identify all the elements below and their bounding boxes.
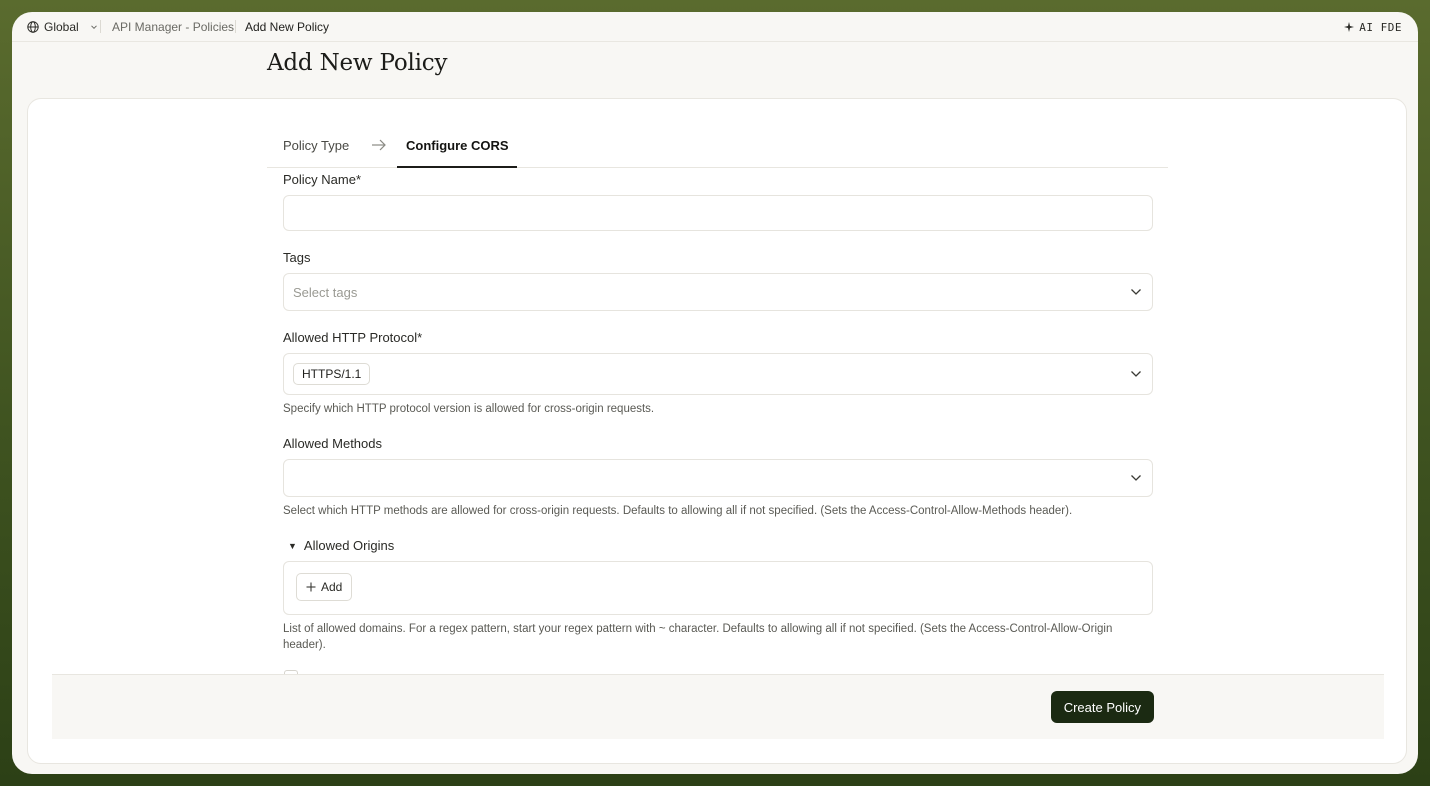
- policy-form-card: Policy Type Configure CORS Policy Name* …: [27, 98, 1407, 764]
- allowed-origins-toggle[interactable]: ▼ Allowed Origins: [288, 538, 394, 553]
- app-window: Global API Manager - Policies Add New Po…: [12, 12, 1418, 774]
- add-origin-label: Add: [321, 580, 343, 594]
- scope-label: Global: [44, 20, 79, 34]
- top-bar: Global API Manager - Policies Add New Po…: [12, 12, 1418, 42]
- ai-assistant-button[interactable]: AI FDE: [1344, 12, 1402, 42]
- methods-help: Select which HTTP methods are allowed fo…: [283, 505, 1073, 517]
- form-footer: Create Policy: [52, 674, 1384, 739]
- sparkle-icon: [1344, 22, 1355, 32]
- caret-down-icon: ▼: [288, 540, 297, 551]
- breadcrumb-current: Add New Policy: [245, 20, 330, 34]
- stepper: Policy Type Configure CORS: [267, 125, 1168, 168]
- step-configure-cors[interactable]: Configure CORS: [406, 138, 509, 153]
- chevron-down-icon: [1131, 371, 1141, 377]
- breadcrumb-policies-link[interactable]: API Manager - Policies: [112, 12, 234, 42]
- policy-name-label: Policy Name*: [283, 172, 362, 187]
- ai-assistant-label: AI FDE: [1359, 20, 1402, 34]
- add-origin-button[interactable]: Add: [296, 573, 353, 601]
- page-title: Add New Policy: [267, 50, 448, 76]
- protocol-help: Specify which HTTP protocol version is a…: [283, 403, 655, 415]
- breadcrumb-separator: [100, 20, 101, 33]
- methods-label: Allowed Methods: [283, 436, 382, 451]
- active-step-indicator: [397, 166, 517, 168]
- origins-help: List of allowed domains. For a regex pat…: [283, 623, 1113, 651]
- allowed-origins-label: Allowed Origins: [303, 538, 395, 553]
- arrow-right-icon: [372, 139, 386, 151]
- breadcrumb-separator: [235, 20, 236, 33]
- create-policy-button[interactable]: Create Policy: [1050, 691, 1154, 723]
- protocol-chip: HTTPS/1.1: [293, 363, 371, 385]
- step-policy-type[interactable]: Policy Type: [283, 138, 349, 153]
- tags-label: Tags: [283, 250, 311, 265]
- chevron-down-icon: [1131, 475, 1141, 481]
- scope-selector[interactable]: Global: [27, 12, 98, 42]
- policy-name-input[interactable]: [283, 195, 1153, 231]
- plus-icon: [306, 582, 316, 592]
- protocol-select[interactable]: HTTPS/1.1: [283, 353, 1153, 395]
- globe-icon: [27, 21, 39, 33]
- tags-select[interactable]: Select tags: [283, 273, 1153, 311]
- allowed-origins-list: Add: [283, 561, 1153, 615]
- chevron-down-icon: [90, 25, 97, 30]
- chevron-down-icon: [1131, 289, 1141, 295]
- methods-select[interactable]: [283, 459, 1153, 497]
- protocol-label: Allowed HTTP Protocol*: [283, 330, 423, 345]
- tags-placeholder: Select tags: [293, 285, 358, 300]
